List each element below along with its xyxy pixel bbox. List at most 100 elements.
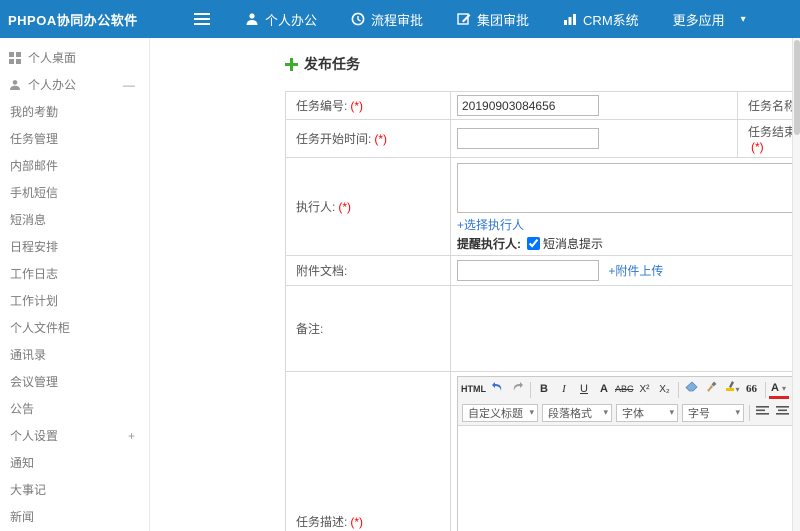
remind-executor-label: 提醒执行人: bbox=[457, 237, 521, 251]
eraser-icon[interactable] bbox=[682, 380, 702, 399]
font-style-button[interactable]: A bbox=[594, 380, 614, 399]
process-approval-icon bbox=[351, 12, 365, 26]
html-source-button[interactable]: HTML bbox=[460, 380, 487, 399]
scrollbar-thumb[interactable] bbox=[794, 40, 800, 135]
table-row: 任务开始时间:(*) 任务结束时间:(*) bbox=[285, 119, 800, 158]
scrollbar[interactable] bbox=[792, 38, 800, 531]
sidebar-item-label: 个人办公 bbox=[28, 78, 77, 92]
remind-row: 提醒执行人: 短消息提示 bbox=[457, 235, 800, 252]
menu-toggle-icon[interactable] bbox=[194, 13, 210, 25]
sidebar-item-contacts[interactable]: 通讯录 bbox=[0, 341, 149, 368]
font-family-dropdown[interactable]: 字体 ▾ bbox=[616, 403, 678, 422]
nav-personal-office[interactable]: 个人办公 bbox=[228, 0, 334, 38]
sidebar-item-news[interactable]: 新闻 bbox=[0, 503, 149, 530]
expand-toggle[interactable]: + bbox=[128, 429, 135, 443]
nav-label: 个人办公 bbox=[265, 12, 318, 28]
attachment-input[interactable] bbox=[457, 260, 599, 281]
chevron-down-icon: ▾ bbox=[669, 407, 674, 417]
sidebar-item-internal-mail[interactable]: 内部邮件 bbox=[0, 152, 149, 179]
nav-label: CRM系统 bbox=[583, 12, 639, 28]
underline-button[interactable]: U bbox=[574, 380, 594, 399]
main-content: 发布任务 任务编号:(*) 任务名称:(*) 任务开始时 bbox=[150, 38, 800, 531]
sidebar-item-my-attendance[interactable]: 我的考勤 bbox=[0, 98, 149, 125]
align-left-icon[interactable] bbox=[756, 405, 770, 420]
strikethrough-button[interactable]: ABC bbox=[614, 380, 635, 399]
executor-label: 执行人: (*) bbox=[285, 157, 451, 256]
sms-remind-label: 短消息提示 bbox=[543, 237, 604, 251]
format-painter-icon[interactable] bbox=[702, 380, 722, 399]
executor-textarea[interactable] bbox=[457, 163, 795, 213]
chevron-down-icon: ▾ bbox=[735, 407, 740, 417]
undo-icon[interactable] bbox=[487, 380, 507, 399]
table-row: 备注: bbox=[285, 285, 800, 372]
editor-content[interactable] bbox=[458, 426, 794, 531]
user-icon bbox=[246, 13, 258, 25]
main-nav: 个人办公 流程审批 集团审批 CRM系统 更多应用 ▾ bbox=[228, 0, 763, 38]
chevron-down-icon: ▾ bbox=[603, 407, 608, 417]
sidebar-item-events[interactable]: 大事记 bbox=[0, 476, 149, 503]
start-time-label: 任务开始时间: (*) bbox=[285, 119, 451, 158]
italic-button[interactable]: I bbox=[554, 380, 574, 399]
sidebar-item-short-message[interactable]: 短消息 bbox=[0, 206, 149, 233]
end-time-label: 任务结束时间:(*) bbox=[737, 119, 800, 158]
nav-process-approval[interactable]: 流程审批 bbox=[334, 0, 440, 38]
task-number-label: 任务编号: (*) bbox=[285, 91, 451, 120]
nav-group-approval[interactable]: 集团审批 bbox=[440, 0, 546, 38]
sidebar-item-schedule[interactable]: 日程安排 bbox=[0, 233, 149, 260]
sidebar-item-meeting-management[interactable]: 会议管理 bbox=[0, 368, 149, 395]
page-title: 发布任务 bbox=[285, 54, 800, 74]
sidebar-item-personal-desktop[interactable]: 个人桌面 bbox=[0, 44, 149, 71]
sidebar-item-work-log[interactable]: 工作日志 bbox=[0, 260, 149, 287]
custom-title-dropdown[interactable]: 自定义标题 ▾ bbox=[462, 403, 538, 422]
app-logo: PHPOA协同办公软件 bbox=[8, 12, 138, 28]
description-label: 任务描述: (*) bbox=[285, 371, 451, 531]
table-row: 附件文档: +附件上传 bbox=[285, 255, 800, 286]
attachment-upload-link[interactable]: +附件上传 bbox=[608, 264, 663, 278]
choose-executor-link[interactable]: +选择执行人 bbox=[457, 218, 524, 232]
bold-button[interactable]: B bbox=[534, 380, 554, 399]
publish-task-form: 任务编号:(*) 任务名称:(*) 任务开始时间:(*) bbox=[285, 91, 800, 531]
sidebar-item-mobile-sms[interactable]: 手机短信 bbox=[0, 179, 149, 206]
nav-label: 流程审批 bbox=[371, 12, 424, 28]
attachment-label: 附件文档: bbox=[285, 255, 451, 286]
grid-icon bbox=[9, 51, 21, 64]
align-center-icon[interactable] bbox=[776, 405, 790, 420]
sms-remind-checkbox[interactable] bbox=[527, 237, 540, 250]
sidebar-item-work-plan[interactable]: 工作计划 bbox=[0, 287, 149, 314]
edit-square-icon bbox=[457, 13, 471, 25]
redo-icon[interactable] bbox=[507, 380, 527, 399]
plus-icon bbox=[285, 57, 298, 71]
font-size-dropdown[interactable]: 字号 ▾ bbox=[682, 403, 744, 422]
superscript-button[interactable]: X² bbox=[635, 380, 655, 399]
sidebar: 个人桌面 个人办公 — 我的考勤 任务管理 内部邮件 手机短信 短消息 日程安排… bbox=[0, 38, 150, 531]
subscript-button[interactable]: X₂ bbox=[655, 380, 675, 399]
blockquote-button[interactable]: 66 bbox=[742, 380, 762, 399]
bar-chart-icon bbox=[564, 14, 577, 25]
sidebar-item-notice[interactable]: 通知 bbox=[0, 449, 149, 476]
user-icon bbox=[10, 79, 20, 90]
sidebar-item-file-cabinet[interactable]: 个人文件柜 bbox=[0, 314, 149, 341]
nav-label: 更多应用 bbox=[672, 12, 725, 28]
topbar: PHPOA协同办公软件 个人办公 流程审批 集团审批 CRM系统 更多应用 ▾ bbox=[0, 0, 800, 38]
font-color-button[interactable]: A ▾ bbox=[768, 381, 789, 399]
start-time-input[interactable] bbox=[457, 128, 599, 149]
sidebar-item-personal-settings[interactable]: 个人设置 + bbox=[0, 422, 149, 449]
remark-label: 备注: bbox=[285, 285, 451, 372]
sidebar-item-label: 个人桌面 bbox=[28, 51, 77, 65]
table-row: 执行人: (*) +选择执行人 提醒执行人: 短消息提示 bbox=[285, 157, 800, 256]
editor-toolbar: HTML B I U A ABC X² X₂ ▾ 66 A ▾ 自定义标题 ▾ … bbox=[458, 377, 794, 426]
task-name-label: 任务名称:(*) bbox=[737, 91, 800, 120]
chevron-down-icon: ▾ bbox=[529, 407, 534, 417]
sidebar-item-personal-office[interactable]: 个人办公 — bbox=[0, 71, 149, 98]
paragraph-format-dropdown[interactable]: 段落格式 ▾ bbox=[542, 403, 612, 422]
highlight-marker-icon[interactable]: ▾ bbox=[722, 380, 742, 399]
chevron-down-icon: ▾ bbox=[740, 13, 746, 25]
remark-textarea[interactable] bbox=[457, 289, 800, 365]
sidebar-item-task-management[interactable]: 任务管理 bbox=[0, 125, 149, 152]
sidebar-item-announcement[interactable]: 公告 bbox=[0, 395, 149, 422]
nav-more-apps[interactable]: 更多应用 ▾ bbox=[656, 0, 763, 38]
nav-crm-system[interactable]: CRM系统 bbox=[546, 0, 656, 38]
collapse-toggle[interactable]: — bbox=[123, 78, 135, 92]
rich-text-editor: HTML B I U A ABC X² X₂ ▾ 66 A ▾ 自定义标题 ▾ … bbox=[457, 376, 795, 531]
task-number-input[interactable] bbox=[457, 95, 599, 116]
